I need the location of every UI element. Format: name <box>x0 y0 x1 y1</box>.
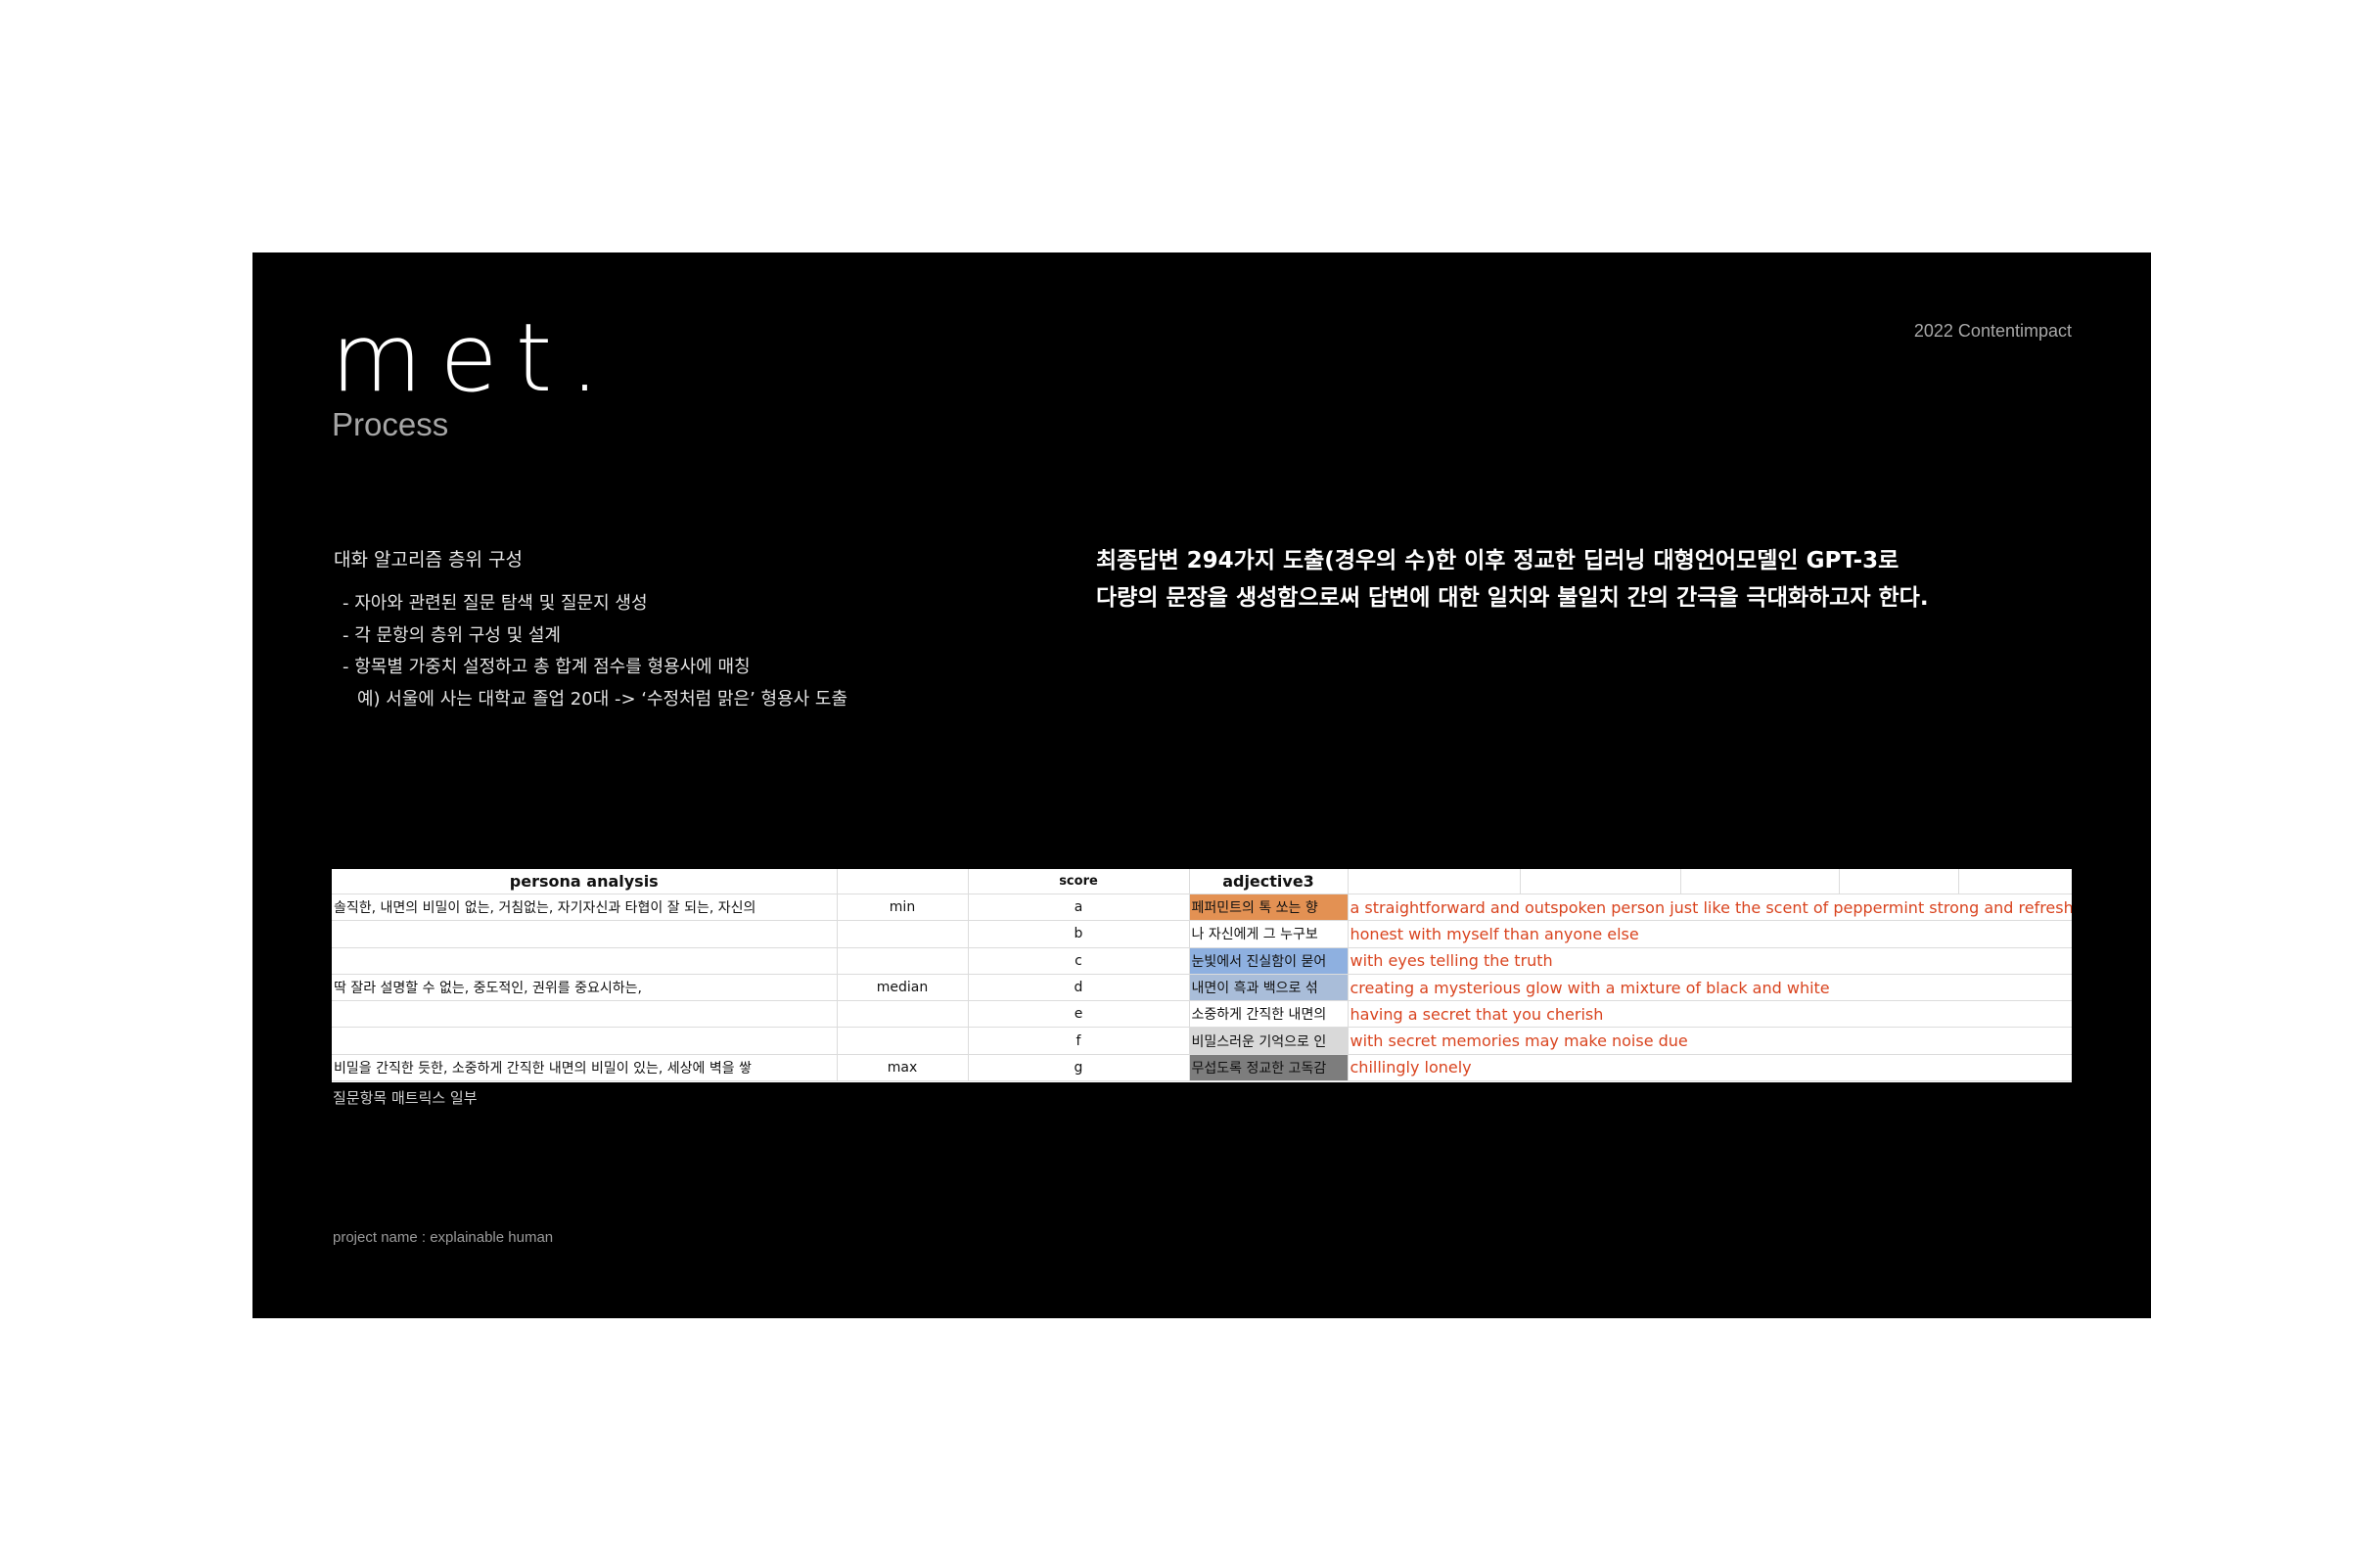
translation-text: with secret memories may make noise due <box>1350 1031 1688 1051</box>
translation-cell: with secret memories may make noise due <box>1348 1027 2072 1055</box>
table-row: 비밀을 간직한 듯한, 소중하게 간직한 내면의 비밀이 있는, 세상에 벽을 … <box>332 1054 2072 1082</box>
score-cell: f <box>968 1027 1190 1055</box>
header-persona: persona analysis <box>332 869 838 894</box>
adjective-cell: 내면이 흑과 백으로 섞 <box>1189 974 1349 1002</box>
level-cell <box>837 1027 969 1055</box>
level-cell: median <box>837 974 969 1002</box>
persona-cell: 딱 잘라 설명할 수 없는, 중도적인, 권위를 중요시하는, <box>332 974 838 1002</box>
table-body: 솔직한, 내면의 비밀이 없는, 거침없는, 자기자신과 타협이 잘 되는, 자… <box>332 894 2072 1082</box>
adjective-cell: 페퍼민트의 톡 쏘는 향 <box>1189 894 1349 922</box>
translation-text: creating a mysterious glow with a mixtur… <box>1350 978 1830 997</box>
table-row: b나 자신에게 그 누구보 honest with myself than any… <box>332 920 2072 948</box>
translation-text: chillingly lonely <box>1350 1058 1472 1077</box>
table-row: e 소중하게 간직한 내면의 having a secret that you ch… <box>332 1000 2072 1029</box>
project-name-footer: project name : explainable human <box>333 1229 554 1246</box>
question-matrix-table: persona analysis score adjective3 솔직한, 내… <box>332 869 2072 1082</box>
score-cell: g <box>968 1054 1190 1082</box>
level-cell: max <box>837 1054 969 1082</box>
adjective-cell: 나 자신에게 그 누구보 <box>1189 920 1349 948</box>
header-adjective: adjective3 <box>1189 869 1349 894</box>
persona-cell <box>332 920 838 948</box>
page-subtitle: Process <box>332 406 449 442</box>
spreadsheet: persona analysis score adjective3 솔직한, 내… <box>332 869 2072 1082</box>
headline: 최종답변 294가지 도출(경우의 수)한 이후 정교한 딥러닝 대형언어모델인… <box>1096 542 1929 617</box>
table-row: 딱 잘라 설명할 수 없는, 중도적인, 권위를 중요시하는, median d 내면… <box>332 974 2072 1002</box>
translation-text: having a secret that you cherish <box>1350 1004 1604 1024</box>
translation-cell: a straightforward and outspoken person j… <box>1348 894 2072 922</box>
translation-text: with eyes telling the truth <box>1350 951 1553 971</box>
bullet-item: - 자아와 관련된 질문 탐색 및 질문지 생성 <box>343 593 648 614</box>
translation-text: a straightforward and outspoken person j… <box>1350 897 2072 917</box>
header-score: score <box>968 869 1190 894</box>
level-cell <box>837 947 969 975</box>
score-cell: a <box>968 894 1190 922</box>
score-cell: d <box>968 974 1190 1002</box>
header-row: persona analysis score adjective3 <box>332 869 2072 894</box>
year-label: 2022 Contentimpact <box>1913 321 2072 341</box>
section-heading: 대화 알고리즘 층위 구성 <box>334 549 523 571</box>
translation-cell: having a secret that you cherish <box>1348 1000 2072 1029</box>
translation-cell: creating a mysterious glow with a mixtur… <box>1348 974 2072 1002</box>
headline-line-2: 다량의 문장을 생성함으로써 답변에 대한 일치와 불일치 간의 간극을 극대화… <box>1096 585 1929 611</box>
level-cell <box>837 920 969 948</box>
brand-logo: met. <box>331 303 618 413</box>
translation-cell: with eyes telling the truth <box>1348 947 2072 975</box>
persona-cell <box>332 947 838 975</box>
translation-text: honest with myself than anyone else <box>1350 924 1639 943</box>
bullet-example: 예) 서울에 사는 대학교 졸업 20대 -> ‘수정처럼 맑은’ 형용사 도출 <box>357 688 848 710</box>
persona-cell <box>332 1027 838 1055</box>
adjective-cell: 소중하게 간직한 내면의 <box>1189 1000 1349 1029</box>
adjective-cell: 눈빛에서 진실함이 묻어 <box>1189 947 1349 975</box>
score-cell: c <box>968 947 1190 975</box>
persona-cell: 비밀을 간직한 듯한, 소중하게 간직한 내면의 비밀이 있는, 세상에 벽을 … <box>332 1054 838 1082</box>
translation-cell: chillingly lonely <box>1348 1054 2072 1082</box>
table-row: c 눈빛에서 진실함이 묻어 with eyes telling the truth <box>332 947 2072 975</box>
level-cell: min <box>837 894 969 922</box>
score-cell: b <box>968 920 1190 948</box>
slide: met. Process 2022 Contentimpact 대화 알고리즘 … <box>252 252 2151 1318</box>
translation-cell: honest with myself than anyone else <box>1348 920 2072 948</box>
adjective-cell: 무섭도록 정교한 고독감 <box>1189 1054 1349 1082</box>
table-caption: 질문항목 매트릭스 일부 <box>333 1089 478 1107</box>
headline-line-1: 최종답변 294가지 도출(경우의 수)한 이후 정교한 딥러닝 대형언어모델인… <box>1096 548 1899 573</box>
table-row: 솔직한, 내면의 비밀이 없는, 거침없는, 자기자신과 타협이 잘 되는, 자… <box>332 894 2072 922</box>
persona-cell: 솔직한, 내면의 비밀이 없는, 거침없는, 자기자신과 타협이 잘 되는, 자… <box>332 894 838 922</box>
table-row: f 비밀스러운 기억으로 인 with secret memories may ma… <box>332 1027 2072 1055</box>
persona-cell <box>332 1000 838 1029</box>
adjective-cell: 비밀스러운 기억으로 인 <box>1189 1027 1349 1055</box>
bullet-list: - 자아와 관련된 질문 탐색 및 질문지 생성 - 각 문항의 층위 구성 및… <box>343 588 847 715</box>
score-cell: e <box>968 1000 1190 1029</box>
bullet-item: - 항목별 가중치 설정하고 총 합계 점수를 형용사에 매칭 <box>343 657 751 677</box>
level-cell <box>837 1000 969 1029</box>
bullet-item: - 각 문항의 층위 구성 및 설계 <box>343 624 561 646</box>
